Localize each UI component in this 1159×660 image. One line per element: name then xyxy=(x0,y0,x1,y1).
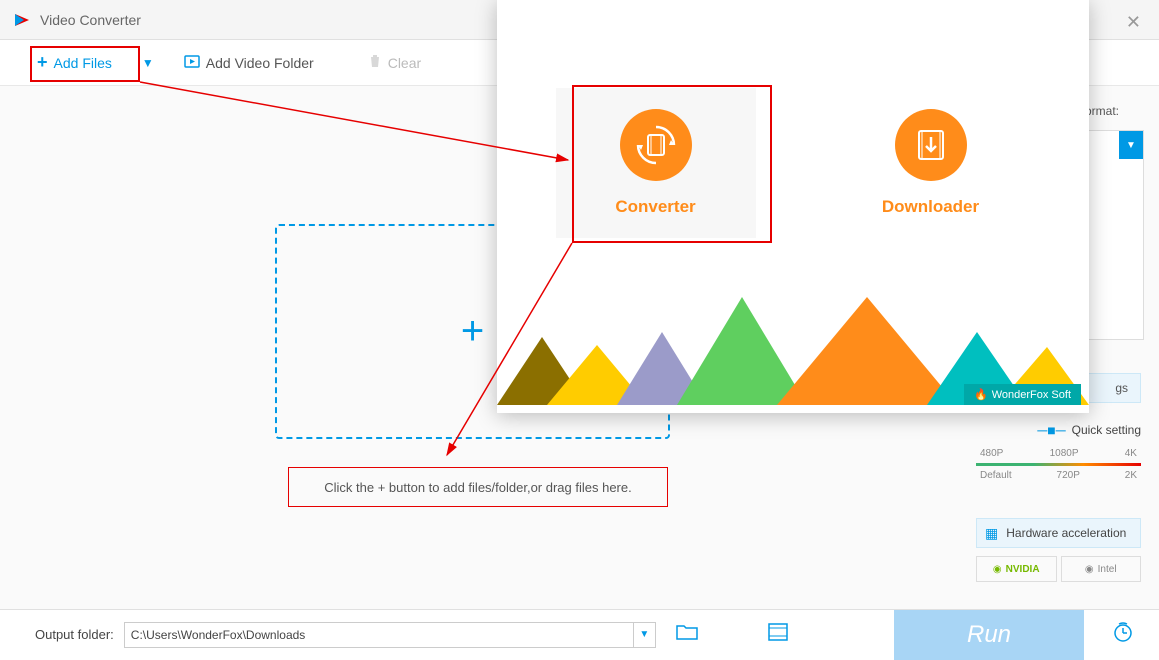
converter-label: Converter xyxy=(615,197,695,217)
downloader-label: Downloader xyxy=(882,197,979,217)
bottombar: Output folder: ▼ Run xyxy=(0,609,1159,659)
converter-card[interactable]: Converter xyxy=(556,88,756,238)
format-dropdown-icon[interactable]: ▼ xyxy=(1119,131,1143,159)
dropzone-hint: Click the + button to add files/folder,o… xyxy=(288,467,668,507)
nvidia-button[interactable]: ◉ NVIDIA xyxy=(976,556,1057,582)
plus-icon: + xyxy=(37,52,48,73)
converter-icon xyxy=(620,109,692,181)
output-folder-label: Output folder: xyxy=(35,627,114,642)
downloader-card[interactable]: Downloader xyxy=(831,88,1031,238)
downloader-icon xyxy=(895,109,967,181)
output-folder-input[interactable] xyxy=(124,622,634,648)
add-folder-label: Add Video Folder xyxy=(206,55,314,71)
add-files-button[interactable]: + Add Files xyxy=(25,46,124,79)
output-folder-dropdown-icon[interactable]: ▼ xyxy=(634,622,656,648)
brand-icon: 🔥 xyxy=(974,388,988,401)
dropzone-plus-icon: + xyxy=(461,309,484,354)
gpu-row: ◉ NVIDIA ◉ Intel xyxy=(976,556,1141,582)
chevron-down-icon[interactable]: ▼ xyxy=(142,56,154,70)
mode-overlay: Converter Downloader 🔥 WonderFox Soft xyxy=(497,0,1089,413)
quick-setting-label: ─■─ Quick setting xyxy=(1037,422,1141,438)
app-logo-icon xyxy=(12,10,32,30)
run-button[interactable]: Run xyxy=(894,610,1084,660)
slider-icon: ─■─ xyxy=(1037,422,1065,438)
intel-button[interactable]: ◉ Intel xyxy=(1061,556,1142,582)
clear-label: Clear xyxy=(388,55,421,71)
slider-bar[interactable] xyxy=(976,463,1141,466)
chip-icon: ▦ xyxy=(985,525,998,542)
nvidia-icon: ◉ xyxy=(993,564,1002,575)
close-icon[interactable]: ✕ xyxy=(1126,12,1141,33)
clear-button[interactable]: Clear xyxy=(356,48,433,77)
add-files-label: Add Files xyxy=(54,55,112,71)
open-folder-icon[interactable] xyxy=(676,623,698,647)
add-folder-button[interactable]: Add Video Folder xyxy=(172,47,326,78)
intel-icon: ◉ xyxy=(1085,564,1094,575)
hardware-accel-button[interactable]: ▦ Hardware acceleration xyxy=(976,518,1141,548)
brand-badge: 🔥 WonderFox Soft xyxy=(964,384,1081,405)
merge-icon[interactable] xyxy=(768,623,788,646)
timer-icon[interactable] xyxy=(1112,621,1134,649)
quality-slider[interactable]: 480P 1080P 4K Default 720P 2K xyxy=(976,448,1141,481)
app-title: Video Converter xyxy=(40,12,141,28)
folder-video-icon xyxy=(184,53,200,72)
trash-icon xyxy=(368,54,382,71)
